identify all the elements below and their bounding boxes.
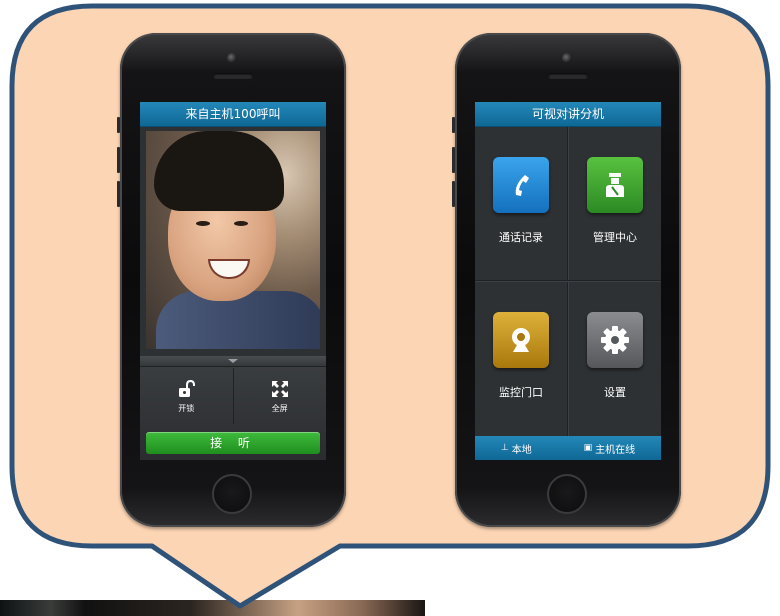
status-local-label: 本地 xyxy=(511,444,532,456)
volume-up-button xyxy=(452,147,455,173)
fullscreen-icon xyxy=(271,380,288,397)
status-local: ⊥ 本地 xyxy=(501,441,532,456)
front-camera xyxy=(562,53,572,63)
earpiece-speaker xyxy=(213,73,253,79)
grid-divider xyxy=(475,280,661,281)
call-control-panel: 开锁 全屏 接 听 xyxy=(140,356,326,460)
fullscreen-label: 全屏 xyxy=(271,403,288,413)
caller-eye-left xyxy=(196,221,210,226)
network-icon: ⊥ xyxy=(500,443,509,453)
tile-label: 管理中心 xyxy=(593,231,637,244)
tile-label: 监控门口 xyxy=(499,386,543,399)
chevron-down-icon xyxy=(228,359,238,363)
volume-down-button xyxy=(452,181,455,207)
caller-video xyxy=(146,131,320,349)
status-host-label: 主机在线 xyxy=(595,444,636,456)
earpiece-speaker xyxy=(548,73,588,79)
gear-glyph xyxy=(601,326,629,354)
volume-up-button xyxy=(117,147,120,173)
tile-call-records[interactable]: 通话记录 xyxy=(475,127,567,280)
call-title: 来自主机100呼叫 xyxy=(140,102,326,127)
feature-grid: 通话记录 管理中心 监控门口 设置 xyxy=(475,127,661,436)
unlock-button[interactable]: 开锁 xyxy=(140,368,233,424)
phone-incoming-call: 来自主机100呼叫 开锁 全屏 接 听 xyxy=(117,33,346,527)
panel-collapse-handle[interactable] xyxy=(140,356,326,367)
mute-switch xyxy=(452,117,455,133)
caller-eye-right xyxy=(234,221,248,226)
phone-icon xyxy=(493,157,549,213)
tile-management-center[interactable]: 管理中心 xyxy=(569,127,661,280)
front-camera xyxy=(227,53,237,63)
phone-screen: 可视对讲分机 通话记录 管理中心 监控门口 设置 ⊥ 本地 ▣ 主机在线 xyxy=(475,102,661,460)
mute-switch xyxy=(117,117,120,133)
grid-divider xyxy=(567,127,568,436)
home-button[interactable] xyxy=(547,474,587,514)
guard-glyph xyxy=(606,173,624,197)
webcam-icon xyxy=(493,312,549,368)
app-title: 可视对讲分机 xyxy=(475,102,661,127)
caller-scarf xyxy=(156,291,320,349)
caller-hair xyxy=(154,131,284,211)
unlock-icon xyxy=(179,379,196,397)
tile-label: 通话记录 xyxy=(499,231,543,244)
volume-down-button xyxy=(117,181,120,207)
guard-icon xyxy=(587,157,643,213)
tile-door-monitor[interactable]: 监控门口 xyxy=(475,282,567,435)
status-host: ▣ 主机在线 xyxy=(584,441,636,456)
tile-label: 设置 xyxy=(604,386,626,399)
monitor-icon: ▣ xyxy=(583,443,593,453)
phone-intercom-home: 可视对讲分机 通话记录 管理中心 监控门口 设置 ⊥ 本地 ▣ 主机在线 xyxy=(452,33,681,527)
home-button[interactable] xyxy=(212,474,252,514)
gear-icon xyxy=(587,312,643,368)
answer-button[interactable]: 接 听 xyxy=(146,432,320,454)
status-bar: ⊥ 本地 ▣ 主机在线 xyxy=(475,436,661,460)
caller-smile xyxy=(208,259,250,279)
phone-handset-glyph xyxy=(515,175,529,196)
webcam-glyph xyxy=(512,328,530,352)
phone-screen: 来自主机100呼叫 开锁 全屏 接 听 xyxy=(140,102,326,460)
fullscreen-button[interactable]: 全屏 xyxy=(232,368,327,424)
unlock-label: 开锁 xyxy=(178,403,195,413)
tile-settings[interactable]: 设置 xyxy=(569,282,661,435)
